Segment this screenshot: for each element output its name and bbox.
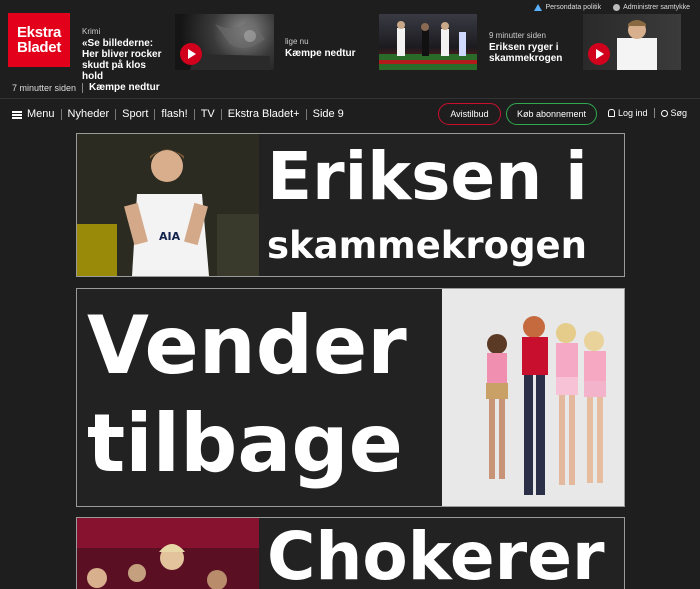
teaser-1[interactable]: Krimi «Se billederne: Her bliver rocker … bbox=[82, 26, 168, 82]
teaser-1-thumbnail[interactable] bbox=[175, 14, 274, 70]
play-icon[interactable] bbox=[180, 43, 202, 65]
logo-line1: Ekstra bbox=[16, 24, 62, 41]
article-headline-line2: skammekrogen bbox=[267, 224, 587, 267]
privacy-link[interactable]: Persondata politik bbox=[534, 4, 601, 11]
teaser-kicker: lige nu bbox=[285, 37, 309, 46]
nav-item-flash[interactable]: flash! bbox=[155, 109, 195, 120]
breaking-time: 7 minutter siden bbox=[12, 82, 77, 93]
search-icon bbox=[660, 109, 668, 117]
menu-button[interactable]: Menu bbox=[12, 109, 62, 120]
nav-item-ekstrabladet-plus[interactable]: Ekstra Bladet+ bbox=[222, 109, 307, 120]
play-icon[interactable] bbox=[588, 43, 610, 65]
article-headline-line1: Eriksen i bbox=[267, 138, 588, 215]
menu-label: Menu bbox=[27, 108, 55, 120]
login-link[interactable]: Log ind bbox=[608, 108, 648, 118]
teaser-3[interactable]: 9 minutter siden Eriksen ryger i skammek… bbox=[489, 30, 579, 64]
nav-item-nyheder[interactable]: Nyheder bbox=[62, 109, 117, 120]
teaser-3-thumbnail[interactable] bbox=[583, 14, 681, 70]
breaking-news[interactable]: 7 minutter siden Kæmpe nedtur bbox=[12, 82, 160, 93]
consent-link[interactable]: Administrer samtykke bbox=[613, 4, 690, 11]
lock-icon bbox=[608, 109, 615, 117]
article-headline-line2: tilbage bbox=[87, 397, 403, 490]
teaser-headline: Kæmpe nedtur bbox=[285, 48, 356, 59]
teaser-2-thumbnail[interactable] bbox=[379, 14, 477, 70]
football-players-image bbox=[379, 21, 477, 70]
article-image-mean-girls bbox=[442, 289, 624, 506]
article-card-chokerer[interactable]: Chokerer i bbox=[76, 517, 625, 589]
utility-bar: Persondata politik Administrer samtykke bbox=[534, 4, 690, 11]
article-card-eriksen[interactable]: AIA Eriksen i skammekrogen bbox=[76, 133, 625, 277]
subscribe-button[interactable]: Køb abonnement bbox=[506, 103, 597, 125]
teaser-kicker: 9 minutter siden bbox=[489, 31, 546, 40]
article-image-concert bbox=[77, 518, 259, 589]
privacy-label: Persondata politik bbox=[545, 4, 602, 11]
warning-icon bbox=[534, 4, 543, 11]
consent-label: Administrer samtykke bbox=[623, 4, 690, 11]
search-label: Søg bbox=[670, 108, 688, 118]
hamburger-icon bbox=[12, 110, 22, 119]
article-image-eriksen: AIA bbox=[77, 134, 259, 276]
teaser-kicker: Krimi bbox=[82, 27, 101, 36]
ekstra-bladet-logo[interactable]: Ekstra Bladet bbox=[8, 13, 70, 67]
teaser-headline: Eriksen ryger i skammekrogen bbox=[489, 42, 563, 64]
nav-item-side9[interactable]: Side 9 bbox=[307, 109, 350, 120]
logo-line2: Bladet bbox=[16, 39, 62, 56]
article-headline-line1: Vender bbox=[87, 299, 407, 392]
svg-text:AIA: AIA bbox=[159, 230, 181, 243]
gear-icon bbox=[613, 4, 621, 11]
avistilbud-button[interactable]: Avistilbud bbox=[438, 103, 501, 125]
article-card-vender-tilbage[interactable]: Vender tilbage bbox=[76, 288, 625, 507]
login-label: Log ind bbox=[618, 108, 648, 118]
divider bbox=[653, 108, 655, 118]
nav-item-tv[interactable]: TV bbox=[195, 109, 222, 120]
teaser-headline: «Se billederne: Her bliver rocker skudt … bbox=[82, 38, 162, 82]
search-link[interactable]: Søg bbox=[660, 108, 688, 118]
breaking-title: Kæmpe nedtur bbox=[89, 82, 160, 93]
teaser-2[interactable]: lige nu Kæmpe nedtur bbox=[285, 36, 375, 59]
nav-item-sport[interactable]: Sport bbox=[116, 109, 156, 120]
divider bbox=[82, 82, 84, 93]
article-headline-line1: Chokerer i bbox=[267, 518, 625, 589]
